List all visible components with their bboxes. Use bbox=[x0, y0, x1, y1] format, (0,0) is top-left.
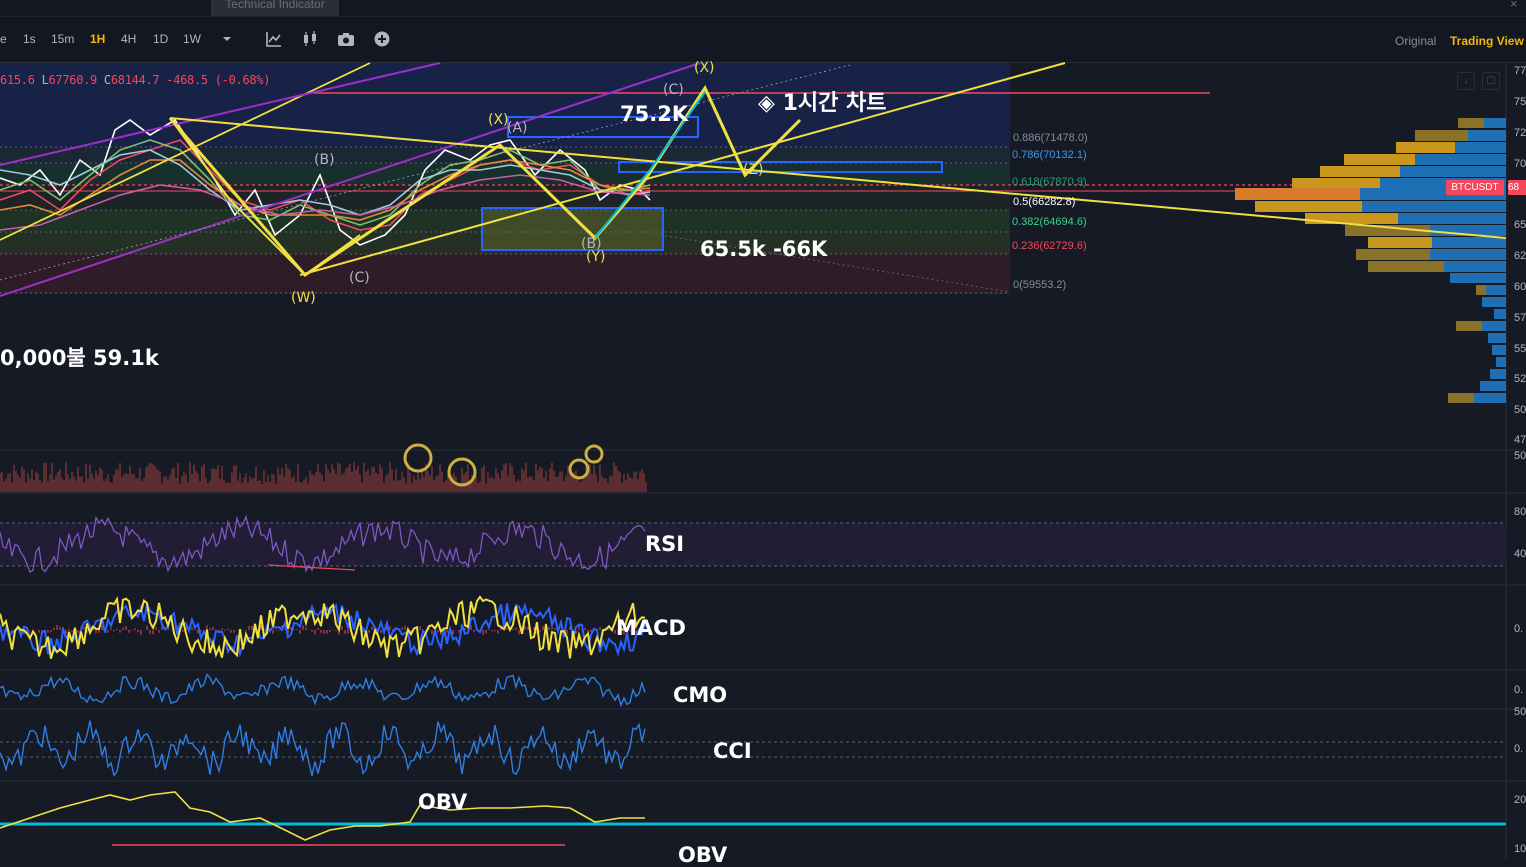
ohlc-close-label: C bbox=[103, 73, 111, 87]
ohlc-readout: 615.6 L67760.9 C68144.7 -468.5 (-0.68%) bbox=[0, 73, 270, 87]
ohlc-change-pct: (-0.68%) bbox=[214, 73, 271, 87]
ohlc-change: -468.5 bbox=[166, 73, 208, 87]
macd-axis-label: 0. bbox=[1514, 623, 1524, 635]
fib-0786: 0.786(70132.1) bbox=[1012, 149, 1087, 161]
axis-label: 77 bbox=[1514, 65, 1526, 77]
axis-label: 60 bbox=[1514, 281, 1526, 293]
wave-label-b: (B) bbox=[314, 152, 335, 168]
wave-label-y: (Y) bbox=[586, 249, 606, 265]
fib-0618: 0.618(67870.9) bbox=[1012, 176, 1087, 188]
axis-label: 47 bbox=[1514, 434, 1526, 446]
download-icon[interactable]: ↓ bbox=[1457, 72, 1475, 90]
ohlc-close: 68144.7 bbox=[110, 73, 160, 87]
volume-profile bbox=[1235, 118, 1506, 403]
macd-label: MACD bbox=[616, 616, 686, 640]
axis-label: 65 bbox=[1514, 219, 1526, 231]
wave-label-c: (C) bbox=[349, 270, 370, 286]
cci-axis-label: 0. bbox=[1514, 743, 1524, 755]
wave-label-x1: (X) bbox=[488, 112, 509, 128]
hourly-chart-annotation: ◈ 1시간 차트 bbox=[758, 91, 887, 116]
wave-label-x2: (X) bbox=[694, 60, 715, 76]
ohlc-low-label: L bbox=[41, 73, 49, 87]
axis-label: 72 bbox=[1514, 127, 1526, 139]
wave-label-z: (Z) bbox=[743, 162, 764, 178]
rsi-axis-bottom: 40 bbox=[1514, 548, 1526, 560]
axis-label: 52 bbox=[1514, 373, 1526, 385]
volume-axis-label: 50 bbox=[1514, 450, 1526, 462]
fib-0236: 0.236(62729.6) bbox=[1012, 240, 1087, 252]
symbol-badge-price: 68 bbox=[1508, 180, 1526, 195]
ohlc-low: 67760.9 bbox=[48, 73, 98, 87]
axis-label: 50 bbox=[1514, 404, 1526, 416]
obv-label: OBV bbox=[418, 790, 468, 814]
fib-05: 0.5(66282.8) bbox=[1013, 196, 1076, 208]
wave-label-w: (W) bbox=[291, 290, 316, 306]
target-high-annotation: 75.2K bbox=[620, 102, 689, 126]
axis-label: 57 bbox=[1514, 312, 1526, 324]
fullscreen-icon[interactable]: ▢ bbox=[1482, 72, 1500, 90]
fib-0886: 0.886(71478.0) bbox=[1013, 132, 1088, 144]
wave-label-c2: (C) bbox=[663, 82, 684, 98]
low-target-annotation: 0,000불 59.1k bbox=[0, 346, 159, 370]
axis-label: 75 bbox=[1514, 96, 1526, 108]
axis-label: 70 bbox=[1514, 158, 1526, 170]
wave-label-a: (A) bbox=[507, 120, 528, 136]
obv-axis-bottom: 10 bbox=[1514, 843, 1526, 855]
fib-0: 0(59553.2) bbox=[1013, 279, 1067, 291]
chart-canvas[interactable] bbox=[0, 0, 1526, 860]
obv-label-2: OBV bbox=[678, 843, 728, 867]
volume-bars bbox=[0, 462, 647, 492]
ohlc-high: 615.6 bbox=[0, 73, 35, 87]
fib-0382: 0.382(64694.6) bbox=[1012, 216, 1087, 228]
axis-label: 55 bbox=[1514, 343, 1526, 355]
cci-label: CCI bbox=[713, 739, 752, 763]
rsi-label: RSI bbox=[645, 532, 685, 556]
cmo-axis-label: 0. bbox=[1514, 684, 1524, 696]
rsi-axis-top: 80 bbox=[1514, 506, 1526, 518]
symbol-badge: BTCUSDT bbox=[1446, 180, 1504, 195]
cmo-label: CMO bbox=[673, 683, 728, 707]
axis-label: 62 bbox=[1514, 250, 1526, 262]
cci-axis-top: 50 bbox=[1514, 706, 1526, 718]
obv-axis-top: 20 bbox=[1514, 794, 1526, 806]
support-zone-annotation: 65.5k -66K bbox=[700, 237, 828, 261]
